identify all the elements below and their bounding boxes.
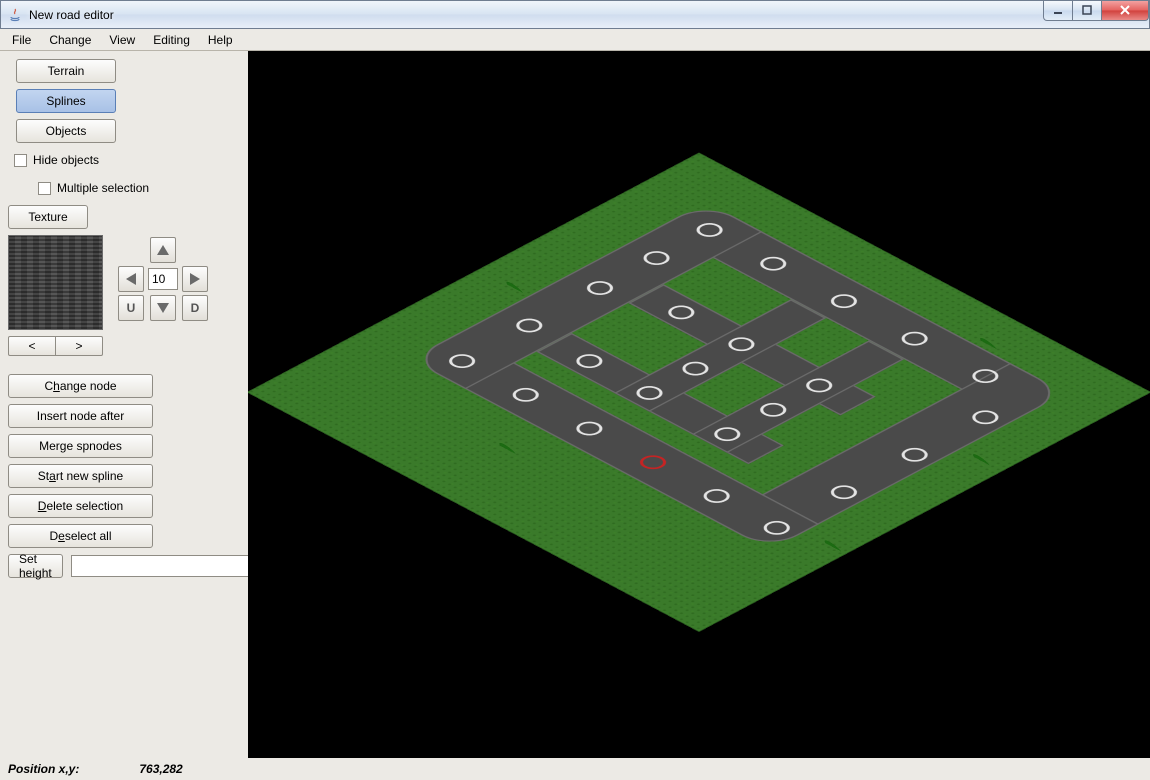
nudge-right-button[interactable]: [182, 266, 208, 292]
multiple-selection-label: Multiple selection: [57, 181, 149, 195]
close-button[interactable]: [1101, 1, 1149, 21]
set-height-button[interactable]: Set height: [8, 554, 63, 578]
menu-change[interactable]: Change: [41, 31, 99, 49]
d-label: D: [191, 301, 200, 315]
nudge-down-button[interactable]: [150, 295, 176, 321]
menu-file[interactable]: File: [4, 31, 39, 49]
status-bar: Position x,y: 763,282: [0, 758, 1150, 780]
hide-objects-checkbox-row[interactable]: Hide objects: [8, 149, 240, 171]
nudge-u-button[interactable]: U: [118, 295, 144, 321]
menu-help[interactable]: Help: [200, 31, 241, 49]
main-area: Terrain Splines Objects Hide objects Mul…: [0, 51, 1150, 758]
road-segment: [713, 362, 1067, 549]
start-new-spline-button[interactable]: Start new spline: [8, 464, 153, 488]
arrow-left-icon: [126, 273, 136, 285]
splines-button[interactable]: Splines: [16, 89, 116, 113]
nudge-d-button[interactable]: D: [182, 295, 208, 321]
java-app-icon: [7, 7, 23, 23]
texture-prev-button[interactable]: <: [8, 336, 56, 356]
maximize-button[interactable]: [1072, 1, 1102, 21]
arrow-right-icon: [190, 273, 200, 285]
hide-objects-checkbox[interactable]: [14, 154, 27, 167]
merge-spnodes-button[interactable]: Merge spnodes: [8, 434, 153, 458]
menu-editing[interactable]: Editing: [145, 31, 198, 49]
texture-next-button[interactable]: >: [55, 336, 103, 356]
hide-objects-label: Hide objects: [33, 153, 99, 167]
texture-panel: < > U D: [8, 235, 240, 356]
menu-bar: File Change View Editing Help: [0, 29, 1150, 51]
deselect-all-button[interactable]: Deselect all: [8, 524, 153, 548]
set-height-input[interactable]: [71, 555, 254, 577]
window-title: New road editor: [29, 8, 1044, 22]
multiple-selection-checkbox-row[interactable]: Multiple selection: [8, 177, 240, 199]
nudge-step-input[interactable]: [148, 268, 178, 290]
tree-object: [822, 539, 844, 555]
u-label: U: [127, 301, 136, 315]
nudge-pad: U D: [118, 237, 208, 356]
sidebar: Terrain Splines Objects Hide objects Mul…: [0, 51, 248, 758]
texture-button[interactable]: Texture: [8, 205, 88, 229]
tree-object: [971, 453, 993, 469]
insert-node-after-button[interactable]: Insert node after: [8, 404, 153, 428]
texture-preview: [8, 235, 103, 330]
change-node-button[interactable]: Change node: [8, 374, 153, 398]
menu-view[interactable]: View: [101, 31, 143, 49]
terrain-ground: [248, 152, 1150, 632]
editor-viewport[interactable]: [248, 51, 1150, 758]
nudge-up-button[interactable]: [150, 237, 176, 263]
tree-object: [497, 441, 519, 457]
arrow-down-icon: [157, 303, 169, 313]
multiple-selection-checkbox[interactable]: [38, 182, 51, 195]
delete-selection-button[interactable]: Delete selection: [8, 494, 153, 518]
arrow-up-icon: [157, 245, 169, 255]
tree-object: [504, 280, 526, 296]
status-position-label: Position x,y:: [8, 762, 79, 776]
nudge-left-button[interactable]: [118, 266, 144, 292]
minimize-button[interactable]: [1043, 1, 1073, 21]
terrain-button[interactable]: Terrain: [16, 59, 116, 83]
window-buttons: [1044, 1, 1149, 21]
objects-button[interactable]: Objects: [16, 119, 116, 143]
window-titlebar: New road editor: [0, 0, 1150, 29]
status-position-value: 763,282: [139, 762, 182, 776]
